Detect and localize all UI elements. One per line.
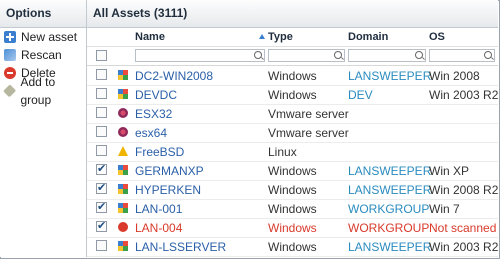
- asset-type: Windows: [268, 221, 317, 235]
- asset-name-link[interactable]: ESX32: [135, 107, 172, 121]
- option-label: Rescan: [21, 48, 62, 62]
- asset-domain-link[interactable]: LANSWEEPER: [348, 183, 431, 197]
- row-checkbox[interactable]: [96, 107, 107, 118]
- table-row[interactable]: LAN-LSSERVER Windows LANSWEEPER Win 2003 R2: [87, 237, 498, 257]
- search-icon: [254, 51, 262, 59]
- table-row[interactable]: ESX32 Vmware server: [87, 104, 498, 124]
- vmware-icon: [118, 127, 128, 137]
- column-os-header[interactable]: OS: [429, 31, 445, 43]
- filter-row: [87, 47, 498, 66]
- error-icon: [118, 222, 128, 232]
- row-checkbox[interactable]: [96, 69, 107, 80]
- asset-name-link[interactable]: GERMANXP: [135, 164, 204, 178]
- type-filter-input[interactable]: [268, 49, 345, 62]
- vmware-icon: [118, 108, 128, 118]
- os-filter-input[interactable]: [429, 49, 495, 62]
- asset-type: Vmware server: [268, 126, 349, 140]
- tag-icon: [3, 84, 17, 98]
- search-icon: [415, 51, 423, 59]
- asset-domain-link[interactable]: WORKGROUP: [348, 221, 429, 235]
- add-to-group-button[interactable]: Add to group: [0, 75, 86, 107]
- rescan-icon: [4, 49, 16, 61]
- delete-icon: [4, 67, 16, 79]
- bsd-icon: [118, 146, 128, 156]
- row-checkbox[interactable]: [96, 240, 107, 251]
- asset-domain-link[interactable]: LANSWEEPER: [348, 240, 431, 254]
- windows-icon: [118, 241, 128, 251]
- asset-os: Win 2003 R2: [429, 88, 499, 102]
- table-row[interactable]: HYPERKEN Windows LANSWEEPERWin 2008 R2: [87, 180, 498, 200]
- asset-name-link[interactable]: LAN-004: [135, 221, 182, 235]
- column-type-header[interactable]: Type: [268, 31, 293, 43]
- asset-type: Windows: [268, 183, 317, 197]
- asset-name-link[interactable]: esx64: [135, 126, 167, 140]
- asset-os: Win XP: [429, 164, 470, 178]
- table-row[interactable]: esx64 Vmware server: [87, 123, 498, 143]
- search-icon: [334, 51, 342, 59]
- table-row[interactable]: FreeBSD Linux: [87, 142, 498, 162]
- new-asset-button[interactable]: New asset: [0, 28, 86, 46]
- domain-filter-input[interactable]: [348, 49, 426, 62]
- windows-icon: [118, 203, 128, 213]
- row-checkbox[interactable]: [96, 200, 107, 213]
- table-row[interactable]: DC2-WIN2008 Windows LANSWEEPER Win 2008: [87, 66, 498, 86]
- asset-type: Windows: [268, 240, 317, 254]
- plus-icon: [4, 31, 16, 43]
- asset-os: Win 7: [429, 202, 460, 216]
- asset-type: Vmware server: [268, 107, 349, 121]
- select-all-checkbox[interactable]: [96, 50, 107, 61]
- assets-panel: All Assets (3111) Name Type Domain OS DC…: [87, 0, 498, 257]
- row-checkbox[interactable]: [96, 181, 107, 194]
- option-label: Add to group: [20, 75, 56, 107]
- windows-icon: [118, 70, 128, 80]
- column-header-row: Name Type Domain OS: [87, 28, 498, 47]
- asset-type: Windows: [268, 202, 317, 216]
- options-panel: Options New asset Rescan Delete Add to grou…: [0, 0, 87, 257]
- assets-title: All Assets (3111): [87, 0, 498, 28]
- asset-type: Windows: [268, 88, 317, 102]
- search-icon: [484, 51, 492, 59]
- column-name-header[interactable]: Name: [135, 31, 165, 43]
- asset-type: Windows: [268, 69, 317, 83]
- asset-name-link[interactable]: LAN-LSSERVER: [135, 240, 226, 254]
- asset-name-link[interactable]: HYPERKEN: [135, 183, 201, 197]
- sort-ascending-icon: [259, 34, 265, 39]
- option-label: New asset: [21, 30, 78, 44]
- table-row[interactable]: LAN-004 Windows WORKGROUPNot scanned: [87, 218, 498, 238]
- asset-domain-link[interactable]: LANSWEEPER: [348, 164, 431, 178]
- row-checkbox[interactable]: [96, 145, 107, 156]
- asset-type: Linux: [268, 145, 297, 159]
- row-checkbox[interactable]: [96, 88, 107, 99]
- asset-domain-link[interactable]: LANSWEEPER: [348, 69, 431, 83]
- row-checkbox[interactable]: [96, 219, 107, 232]
- table-row[interactable]: GERMANXP Windows LANSWEEPERWin XP: [87, 161, 498, 181]
- table-row[interactable]: LAN-001 Windows WORKGROUPWin 7: [87, 199, 498, 219]
- row-checkbox[interactable]: [96, 162, 107, 175]
- asset-name-link[interactable]: DC2-WIN2008: [135, 69, 213, 83]
- options-title: Options: [0, 0, 86, 28]
- asset-domain-link[interactable]: WORKGROUP: [348, 202, 429, 216]
- table-row[interactable]: DEVDC Windows DEV Win 2003 R2: [87, 85, 498, 105]
- asset-os: Win 2008: [429, 69, 480, 83]
- name-filter-input[interactable]: [135, 49, 265, 62]
- rescan-button[interactable]: Rescan: [0, 46, 86, 64]
- windows-icon: [118, 184, 128, 194]
- asset-os: Win 2008 R2: [429, 183, 499, 197]
- windows-icon: [118, 165, 128, 175]
- asset-domain-link[interactable]: DEV: [348, 88, 373, 102]
- asset-name-link[interactable]: LAN-001: [135, 202, 182, 216]
- asset-type: Windows: [268, 164, 317, 178]
- asset-os: Win 2003 R2: [429, 240, 499, 254]
- asset-os: Not scanned: [429, 221, 497, 235]
- asset-name-link[interactable]: FreeBSD: [135, 145, 184, 159]
- row-checkbox[interactable]: [96, 126, 107, 137]
- asset-name-link[interactable]: DEVDC: [135, 88, 177, 102]
- windows-icon: [118, 89, 128, 99]
- column-domain-header[interactable]: Domain: [348, 31, 388, 43]
